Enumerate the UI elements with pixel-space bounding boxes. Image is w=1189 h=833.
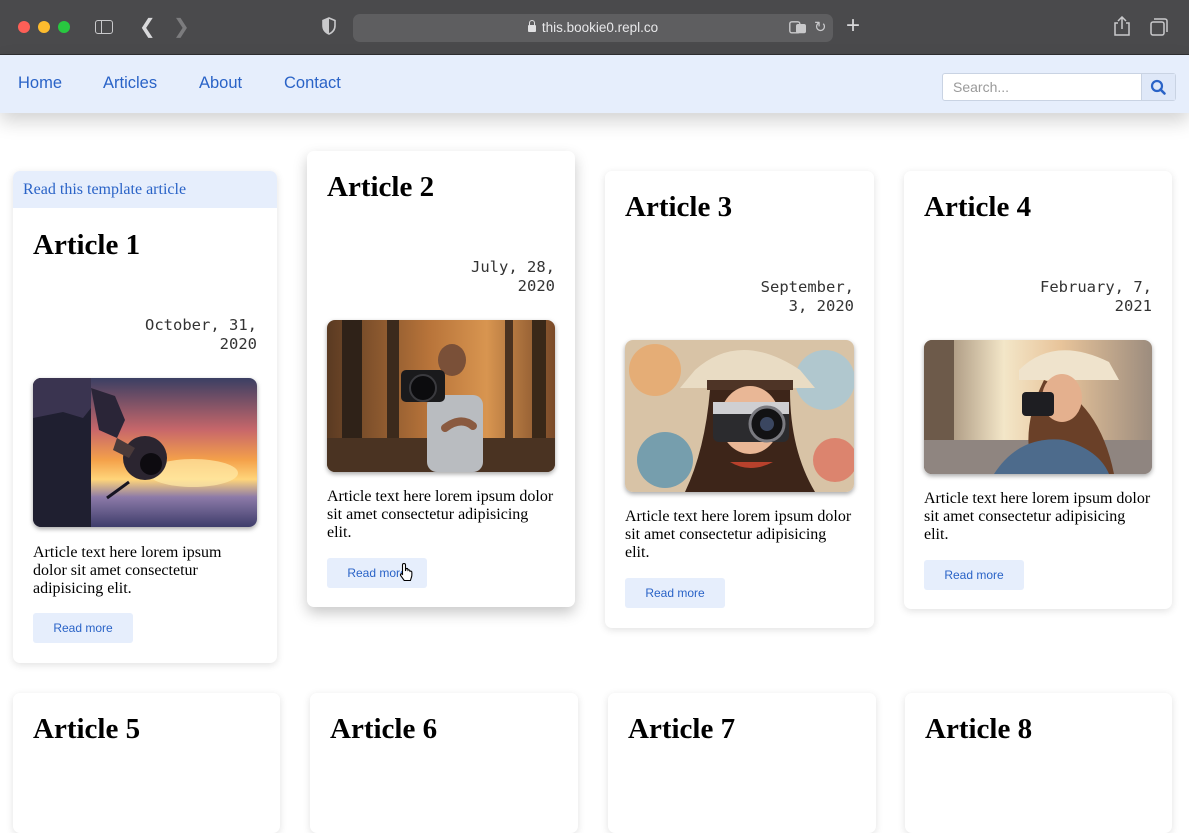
sidebar-icon[interactable] <box>95 20 113 34</box>
lock-icon <box>527 20 536 32</box>
article-text: Article text here lorem ipsum dolor sit … <box>625 508 852 561</box>
browser-toolbar: ❮ ❯ this.bookie0.repl.co ↻ + <box>0 0 1189 55</box>
close-window-button[interactable] <box>18 21 30 33</box>
forward-icon[interactable]: ❯ <box>173 14 190 38</box>
reload-icon[interactable]: ↻ <box>814 18 827 36</box>
article-date: September, 3, 2020 <box>760 278 854 315</box>
site-navbar: Home Articles About Contact <box>0 55 1189 113</box>
share-icon[interactable] <box>1113 16 1131 36</box>
read-more-button[interactable]: Read more <box>625 578 725 608</box>
tab-overview-icon[interactable] <box>1150 18 1168 36</box>
article-card: Article 2 July, 28, 2020 Article text he… <box>307 151 575 607</box>
article-date: July, 28, 2020 <box>471 258 555 295</box>
article-card: Article 4 February, 7, 2021 Article text… <box>904 171 1172 609</box>
article-text: Article text here lorem ipsum dolor sit … <box>924 490 1151 543</box>
search-input[interactable] <box>943 74 1141 100</box>
article-title: Article 2 <box>327 171 435 203</box>
article-title: Article 7 <box>628 713 736 745</box>
nav-about-link[interactable]: About <box>199 74 242 93</box>
article-title: Article 6 <box>330 713 438 745</box>
article-card: Article 8 <box>905 693 1172 833</box>
article-card: Article 7 <box>608 693 876 833</box>
nav-contact-link[interactable]: Contact <box>284 74 341 93</box>
article-title: Article 8 <box>925 713 1033 745</box>
minimize-window-button[interactable] <box>38 21 50 33</box>
translate-icon[interactable] <box>789 21 807 34</box>
privacy-shield-icon[interactable] <box>322 17 336 35</box>
article-text: Article text here lorem ipsum dolor sit … <box>33 544 222 597</box>
article-title: Article 1 <box>33 229 141 261</box>
template-article-banner[interactable]: Read this template article <box>13 171 277 208</box>
read-more-button[interactable]: Read more <box>33 613 133 643</box>
zoom-window-button[interactable] <box>58 21 70 33</box>
article-card: Article 5 <box>13 693 280 833</box>
article-title: Article 5 <box>33 713 141 745</box>
woman-hat-camera-photo <box>625 340 854 492</box>
article-date: February, 7, 2021 <box>1040 278 1152 315</box>
article-card: Article 3 September, 3, 2020 Article tex… <box>605 171 874 628</box>
article-card: Read this template article Article 1 Oct… <box>13 171 277 663</box>
address-bar[interactable]: this.bookie0.repl.co <box>353 14 833 42</box>
new-tab-icon[interactable]: + <box>846 12 860 40</box>
article-date: October, 31, 2020 <box>145 316 257 353</box>
article-title: Article 3 <box>625 191 733 223</box>
back-icon[interactable]: ❮ <box>139 14 156 38</box>
sunset-camera-photo <box>33 378 257 527</box>
street-woman-camera-photo <box>924 340 1152 474</box>
search-button[interactable] <box>1141 74 1175 100</box>
magnifier-icon <box>1150 79 1166 95</box>
nav-home-link[interactable]: Home <box>18 74 62 93</box>
search-box <box>942 73 1176 101</box>
article-title: Article 4 <box>924 191 1032 223</box>
read-more-button[interactable]: Read more <box>924 560 1024 590</box>
nav-articles-link[interactable]: Articles <box>103 74 157 93</box>
read-more-button[interactable]: Read more <box>327 558 427 588</box>
url-text: this.bookie0.repl.co <box>541 20 659 35</box>
article-card: Article 6 <box>310 693 578 833</box>
forest-camera-toss-photo <box>327 320 555 472</box>
article-text: Article text here lorem ipsum dolor sit … <box>327 488 554 541</box>
